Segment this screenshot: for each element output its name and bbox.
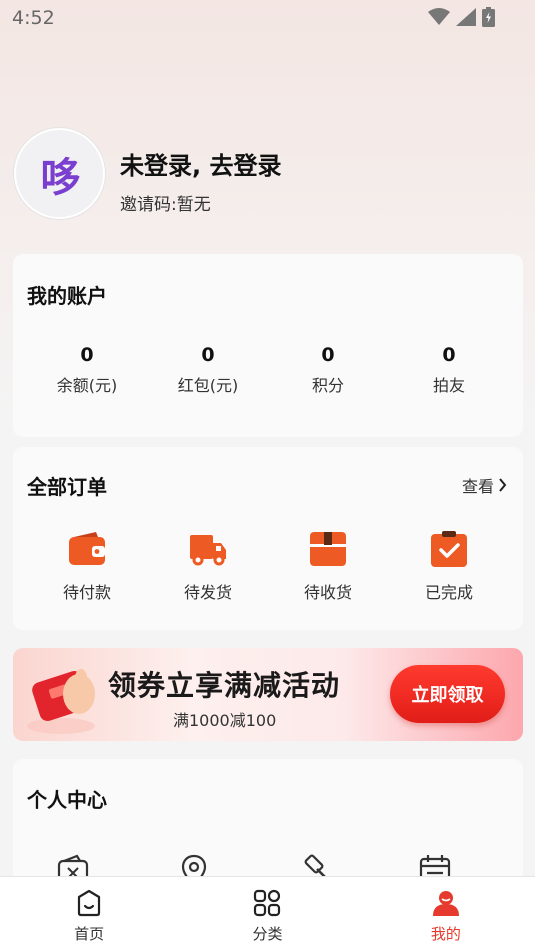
banner-title: 领券立享满减活动 — [108, 669, 341, 702]
stat-points[interactable]: 0 积分 — [268, 344, 388, 396]
order-label: 待付款 — [62, 583, 111, 602]
view-all-orders-link[interactable]: 查看 — [462, 473, 507, 497]
stat-label: 余额(元) — [56, 376, 118, 395]
stat-label: 红包(元) — [177, 376, 239, 395]
stat-label: 积分 — [311, 376, 344, 395]
order-label: 已完成 — [424, 583, 473, 602]
stat-value: 0 — [442, 344, 456, 366]
avatar[interactable]: 哆 — [14, 128, 105, 219]
order-to-receive[interactable]: 待收货 — [268, 531, 388, 603]
stat-value: 0 — [80, 344, 94, 366]
coupon-banner[interactable]: 领券立享满减活动 满1000减100 立即领取 — [13, 648, 523, 741]
login-link[interactable]: 未登录, 去登录 — [120, 146, 281, 181]
personal-center-title: 个人中心 — [27, 788, 107, 812]
chevron-right-icon — [499, 478, 507, 492]
tab-label: 首页 — [74, 925, 105, 943]
order-label: 待收货 — [303, 583, 352, 602]
orders-card: 全部订单 查看 待付款 待发货 待收货 已完成 — [13, 447, 523, 630]
account-title: 我的账户 — [27, 284, 107, 308]
account-card: 我的账户 0 余额(元) 0 红包(元) 0 积分 0 拍友 — [13, 254, 523, 437]
tab-mine[interactable]: 我的 — [357, 877, 535, 951]
clipboard-check-icon — [431, 531, 467, 567]
truck-icon — [190, 535, 226, 566]
orders-title: 全部订单 — [27, 475, 107, 499]
status-time: 4:52 — [12, 7, 55, 29]
grid-icon — [254, 889, 281, 917]
tab-category[interactable]: 分类 — [178, 877, 356, 951]
order-to-ship[interactable]: 待发货 — [148, 531, 268, 603]
status-icons — [428, 7, 495, 27]
stat-red-packet[interactable]: 0 红包(元) — [148, 344, 268, 396]
order-label: 待发货 — [183, 583, 232, 602]
claim-now-button[interactable]: 立即领取 — [390, 665, 505, 723]
stat-value: 0 — [321, 344, 335, 366]
stat-balance[interactable]: 0 余额(元) — [27, 344, 147, 396]
wallet-icon — [69, 532, 105, 565]
view-more-label: 查看 — [461, 477, 494, 496]
stat-label: 拍友 — [432, 376, 465, 395]
profile-header[interactable]: 哆 未登录, 去登录 邀请码:暂无 — [14, 128, 514, 222]
user-icon — [432, 891, 459, 916]
stat-value: 0 — [201, 344, 215, 366]
stat-friends[interactable]: 0 拍友 — [389, 344, 509, 396]
personal-center-card: 个人中心 — [13, 759, 523, 889]
tab-label: 我的 — [430, 925, 461, 943]
tab-label: 分类 — [252, 925, 283, 943]
bottom-tab-bar: 首页 分类 我的 — [0, 876, 535, 951]
status-bar: 4:52 — [0, 0, 535, 38]
avatar-logo-text: 哆 — [40, 154, 81, 201]
banner-subtitle: 满1000减100 — [173, 711, 277, 730]
battery-icon — [482, 7, 495, 27]
order-pending-payment[interactable]: 待付款 — [27, 531, 147, 603]
tab-home[interactable]: 首页 — [0, 877, 178, 951]
wifi-icon — [428, 8, 450, 25]
home-icon — [78, 889, 101, 917]
order-completed[interactable]: 已完成 — [389, 531, 509, 603]
box-icon — [310, 532, 346, 566]
coupon-hand-illustration — [27, 669, 95, 734]
invite-code: 邀请码:暂无 — [120, 195, 211, 215]
signal-icon — [456, 8, 476, 26]
